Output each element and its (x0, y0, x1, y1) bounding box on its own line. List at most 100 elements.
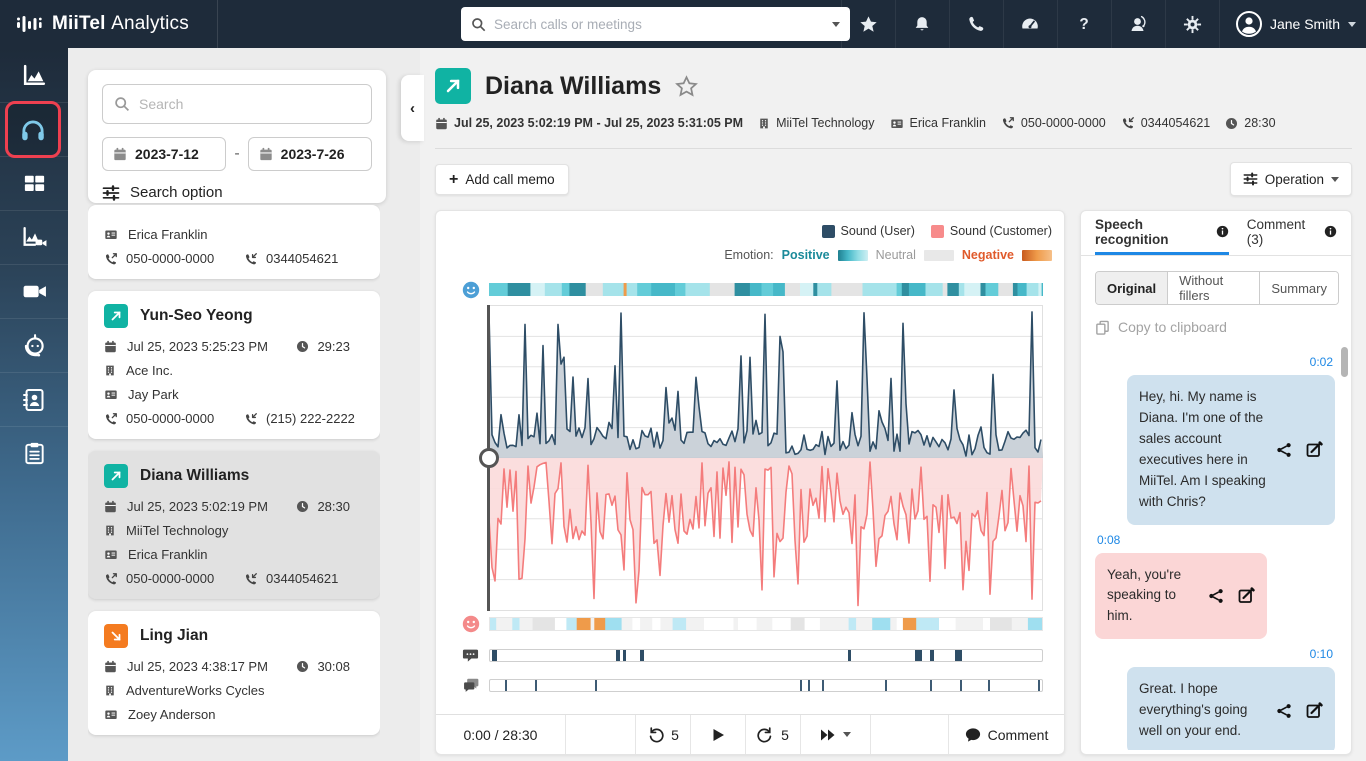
speech-bubble-icon (462, 647, 480, 665)
emotion-legend: Emotion: Positive Neutral Negative (724, 248, 1052, 262)
headphones-icon (19, 116, 47, 144)
global-search-input[interactable] (494, 17, 824, 32)
copy-to-clipboard-button[interactable]: Copy to clipboard (1095, 319, 1227, 335)
user-speech-marker-track[interactable] (489, 649, 1043, 662)
call-phone-to: 0344054621 (1141, 116, 1211, 130)
subtab-original[interactable]: Original (1096, 272, 1168, 304)
subtab-without-fillers[interactable]: Without fillers (1168, 272, 1260, 304)
notifications-bell-icon[interactable] (895, 0, 949, 48)
svg-text:?: ? (1080, 16, 1089, 33)
phone-icon[interactable] (949, 0, 1003, 48)
date-from-picker[interactable]: 2023-7-12 (102, 137, 226, 171)
forward-5-button[interactable]: 5 (746, 715, 801, 754)
contact-card-icon (104, 548, 118, 561)
comment-marker-track[interactable] (489, 679, 1043, 692)
negative-swatch (1022, 250, 1052, 261)
favorites-star-icon[interactable] (841, 0, 895, 48)
date-range-dash: - (234, 145, 239, 163)
call-list-item[interactable]: Ling JianJul 25, 2023 4:38:17 PM30:08Adv… (88, 611, 380, 735)
info-icon[interactable] (1216, 225, 1229, 238)
sidebar-item-contacts[interactable] (0, 372, 68, 426)
help-icon[interactable]: ? (1057, 0, 1111, 48)
call-phone-from: 050-0000-0000 (1021, 116, 1106, 130)
global-search[interactable] (461, 7, 850, 41)
call-datetime-range: Jul 25, 2023 5:02:19 PM - Jul 25, 2023 5… (454, 116, 743, 130)
operation-button[interactable]: Operation (1230, 162, 1352, 196)
settings-gear-icon[interactable] (1165, 0, 1219, 48)
comment-button[interactable]: Comment (949, 715, 1064, 754)
sidebar-item-meeting-analytics[interactable] (0, 210, 68, 264)
edit-icon[interactable] (1238, 587, 1255, 604)
tab-comment[interactable]: Comment (3) (1247, 211, 1337, 255)
call-list-item[interactable]: Diana WilliamsJul 25, 2023 5:02:19 PM28:… (88, 451, 380, 599)
tab-speech-recognition[interactable]: Speech recognition (1095, 211, 1229, 255)
double-speech-bubble-icon (462, 677, 480, 695)
favorite-star-icon[interactable] (675, 75, 698, 98)
message-timestamp[interactable]: 0:08 (1097, 533, 1333, 547)
message-timestamp[interactable]: 0:10 (1097, 647, 1333, 661)
search-filter-card: 2023-7-12 - 2023-7-26 Search option (88, 70, 386, 203)
playback-speed-button[interactable] (801, 715, 871, 754)
call-item-datetime: Jul 25, 2023 5:25:23 PM (127, 339, 286, 354)
building-icon (104, 364, 116, 377)
date-to-value: 2023-7-26 (281, 146, 345, 162)
phone-incoming-icon (244, 572, 258, 586)
edit-icon[interactable] (1306, 441, 1323, 458)
building-icon (104, 684, 116, 697)
sidebar-item-tasks[interactable] (0, 426, 68, 480)
calendar-icon (104, 500, 117, 513)
support-agent-icon[interactable] (1111, 0, 1165, 48)
user-emotion-track[interactable] (489, 283, 1043, 296)
message-timestamp[interactable]: 0:02 (1097, 355, 1333, 369)
transcript-mode-switch: OriginalWithout fillersSummary (1095, 271, 1339, 305)
clock-icon (296, 340, 309, 353)
date-to-picker[interactable]: 2023-7-26 (248, 137, 372, 171)
transcript-messages: 0:02Hey, hi. My name is Diana. I'm one o… (1081, 343, 1351, 750)
search-dropdown-caret[interactable] (832, 22, 840, 27)
sidebar-item-analytics[interactable] (0, 48, 68, 102)
call-item-phone-to: (215) 222-2222 (266, 411, 355, 426)
date-from-value: 2023-7-12 (135, 146, 199, 162)
subtab-summary[interactable]: Summary (1260, 272, 1338, 304)
sidebar-item-calls[interactable] (0, 102, 68, 156)
call-item-duration: 28:30 (317, 499, 350, 514)
info-icon[interactable] (1324, 225, 1337, 238)
list-search-field[interactable] (102, 84, 372, 124)
waveform-plot[interactable] (489, 305, 1043, 611)
player-time: 0:00 / 28:30 (436, 715, 566, 754)
search-option-button[interactable]: Search option (102, 184, 372, 201)
calendar-icon (104, 340, 117, 353)
calendar-icon (259, 147, 273, 161)
play-button[interactable] (691, 715, 746, 754)
brand-logo[interactable]: MiiTel Analytics (0, 0, 218, 48)
contact-card-icon (890, 117, 904, 130)
copy-icon (1095, 320, 1110, 335)
add-memo-label: Add call memo (465, 172, 554, 187)
share-icon[interactable] (1276, 442, 1292, 458)
sidebar-item-table[interactable] (0, 156, 68, 210)
customer-emotion-track[interactable] (489, 617, 1043, 631)
call-list-item[interactable]: Yun-Seo YeongJul 25, 2023 5:25:23 PM29:2… (88, 291, 380, 439)
speed-caret[interactable] (843, 732, 851, 737)
edit-icon[interactable] (1306, 702, 1323, 719)
sidebar-item-ai-assistant[interactable] (0, 318, 68, 372)
panel-collapse-button[interactable]: ‹ (401, 75, 424, 141)
dashboard-gauge-icon[interactable] (1003, 0, 1057, 48)
list-search-input[interactable] (139, 96, 360, 112)
add-call-memo-button[interactable]: + Add call memo (435, 164, 569, 195)
tab-comment-label: Comment (3) (1247, 217, 1319, 247)
user-menu[interactable]: Jane Smith (1219, 0, 1366, 48)
building-icon (104, 524, 116, 537)
call-list-item[interactable]: Erica Franklin050-0000-00000344054621 (88, 205, 380, 279)
player-spacer (871, 715, 949, 754)
share-icon[interactable] (1276, 703, 1292, 719)
playhead-handle[interactable] (479, 448, 499, 468)
robot-headset-icon (20, 332, 48, 360)
sidebar-item-video[interactable] (0, 264, 68, 318)
transcript-scrollbar[interactable] (1341, 347, 1348, 377)
call-item-datetime: Jul 25, 2023 5:02:19 PM (127, 499, 286, 514)
search-icon (471, 17, 486, 32)
share-icon[interactable] (1208, 588, 1224, 604)
avatar (1236, 11, 1262, 37)
rewind-5-button[interactable]: 5 (636, 715, 691, 754)
